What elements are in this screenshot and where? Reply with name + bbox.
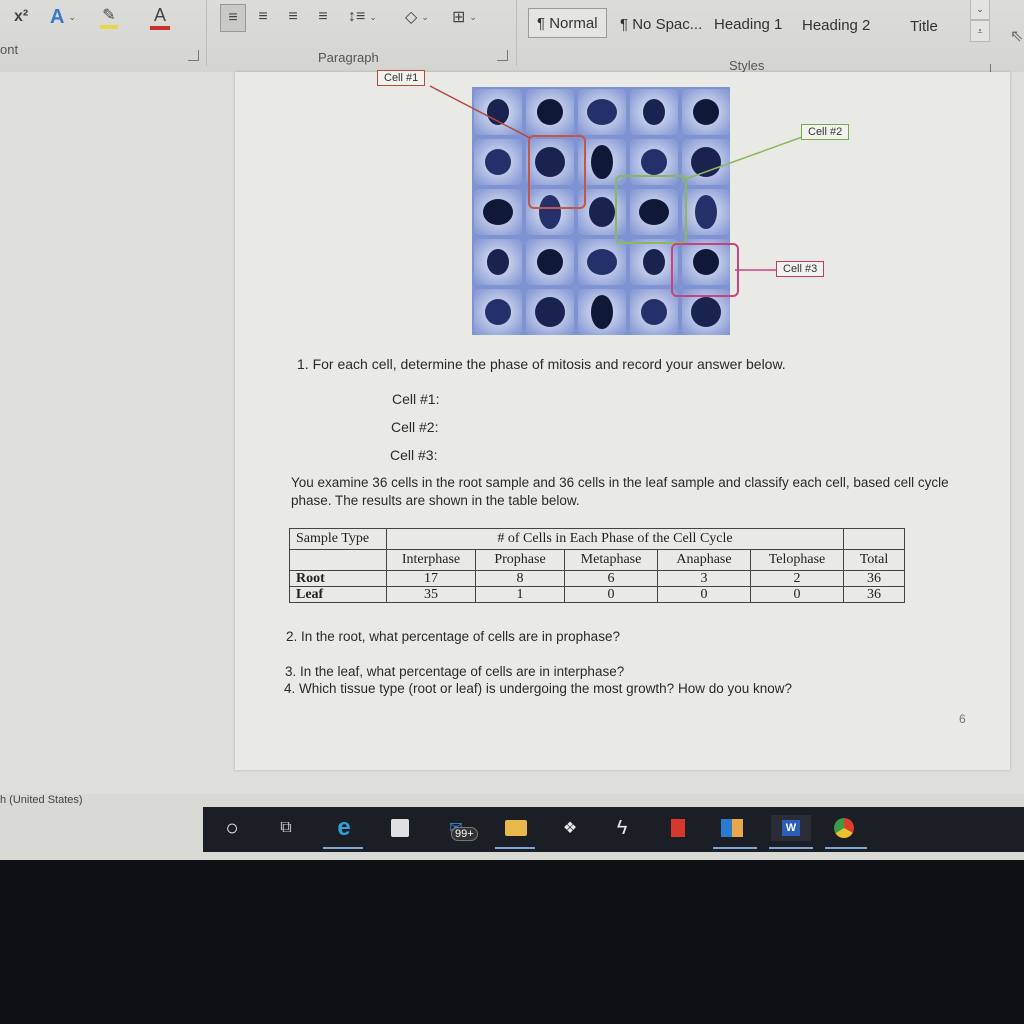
word-button[interactable]: W: [771, 815, 811, 841]
file-explorer-button[interactable]: [503, 815, 529, 841]
dropbox-icon: ❖: [562, 820, 578, 837]
store-button[interactable]: [387, 815, 413, 841]
running-indicator: [769, 847, 813, 849]
running-indicator: [495, 847, 535, 849]
folder-icon: [505, 820, 527, 836]
answer-cell-2[interactable]: Cell #2:: [391, 419, 438, 435]
table-column-row: Interphase Prophase Metaphase Anaphase T…: [289, 549, 905, 571]
question-2: 2. In the root, what percentage of cells…: [286, 629, 620, 644]
status-bar: h (United States): [0, 794, 1024, 808]
table-cell: 8: [475, 570, 565, 587]
callout-line-2: [682, 135, 806, 181]
answer-cell-3[interactable]: Cell #3:: [390, 447, 437, 463]
column-header: Telophase: [750, 549, 844, 571]
office-button[interactable]: [665, 815, 691, 841]
table-cell: 36: [843, 586, 905, 603]
row-label: Root: [289, 570, 387, 587]
intro-line-2: phase. The results are shown in the tabl…: [291, 493, 580, 508]
word-icon: W: [781, 820, 801, 836]
task-view-button[interactable]: ⧉: [273, 815, 299, 841]
cortana-button[interactable]: ○: [219, 815, 245, 841]
empty-cell: [289, 549, 387, 571]
cell-cycle-table: Sample Type # of Cells in Each Phase of …: [289, 528, 905, 603]
question-1: 1. For each cell, determine the phase of…: [297, 356, 786, 372]
callout-line-1: [429, 85, 531, 139]
task-view-icon: ⧉: [280, 819, 292, 836]
taskbar: ○ ⧉ e ✉99+ ❖ ϟ W: [203, 807, 1024, 852]
group-header: # of Cells in Each Phase of the Cell Cyc…: [386, 528, 844, 550]
table-cell: 35: [386, 586, 476, 603]
running-indicator: [323, 847, 363, 849]
mail-button[interactable]: ✉99+: [443, 815, 478, 841]
running-indicator: [825, 847, 867, 849]
edge-icon: e: [337, 814, 351, 841]
answer-cell-1[interactable]: Cell #1:: [392, 391, 439, 407]
table-row: Root 17 8 6 3 2 36: [289, 570, 905, 587]
outlook-button[interactable]: [719, 815, 745, 841]
column-header: Metaphase: [564, 549, 658, 571]
monitor-bezel: [0, 860, 1024, 1024]
table-cell: 0: [750, 586, 844, 603]
app-s-button[interactable]: ϟ: [609, 815, 635, 841]
question-4: 4. Which tissue type (root or leaf) is u…: [284, 681, 793, 696]
table-header-row: Sample Type # of Cells in Each Phase of …: [289, 528, 905, 550]
table-cell: 1: [475, 586, 565, 603]
table-cell: 2: [750, 570, 844, 587]
table-cell: 6: [564, 570, 658, 587]
corner-header: Sample Type: [289, 528, 387, 550]
cell-1-label: Cell #1: [377, 70, 426, 86]
table-row: Leaf 35 1 0 0 0 36: [289, 586, 905, 603]
table-cell: 17: [386, 570, 476, 587]
column-header: Interphase: [386, 549, 476, 571]
edge-button[interactable]: e: [331, 814, 357, 841]
chrome-icon: [834, 818, 854, 838]
office-icon: [671, 819, 685, 837]
language-indicator[interactable]: h (United States): [0, 794, 83, 806]
store-icon: [391, 819, 409, 837]
chrome-button[interactable]: [831, 815, 857, 841]
dropbox-button[interactable]: ❖: [557, 815, 583, 841]
table-cell: 0: [657, 586, 751, 603]
page-number: 6: [959, 712, 966, 726]
running-indicator: [713, 847, 757, 849]
column-header: Prophase: [475, 549, 565, 571]
outlook-icon: [721, 819, 743, 837]
app-s-icon: ϟ: [616, 816, 628, 839]
question-3: 3. In the leaf, what percentage of cells…: [285, 664, 625, 679]
cell-2-label: Cell #2: [801, 124, 850, 140]
cell-3-label: Cell #3: [776, 261, 825, 277]
empty-header: [843, 528, 905, 550]
callout-lines: [429, 85, 806, 271]
table-cell: 36: [843, 570, 905, 587]
column-header: Anaphase: [657, 549, 751, 571]
mail-badge: 99+: [451, 827, 478, 841]
intro-line-1: You examine 36 cells in the root sample …: [291, 475, 949, 490]
row-label: Leaf: [289, 586, 387, 603]
screen: x² A⌄ ✎ A ont ⇲ ≡ ≡ ≡ ≡ ↕≡⌄ ◇⌄ ⊞⌄ Paragr…: [0, 0, 1024, 860]
cortana-icon: ○: [225, 815, 239, 840]
table-cell: 3: [657, 570, 751, 587]
column-header: Total: [843, 549, 905, 571]
table-cell: 0: [564, 586, 658, 603]
